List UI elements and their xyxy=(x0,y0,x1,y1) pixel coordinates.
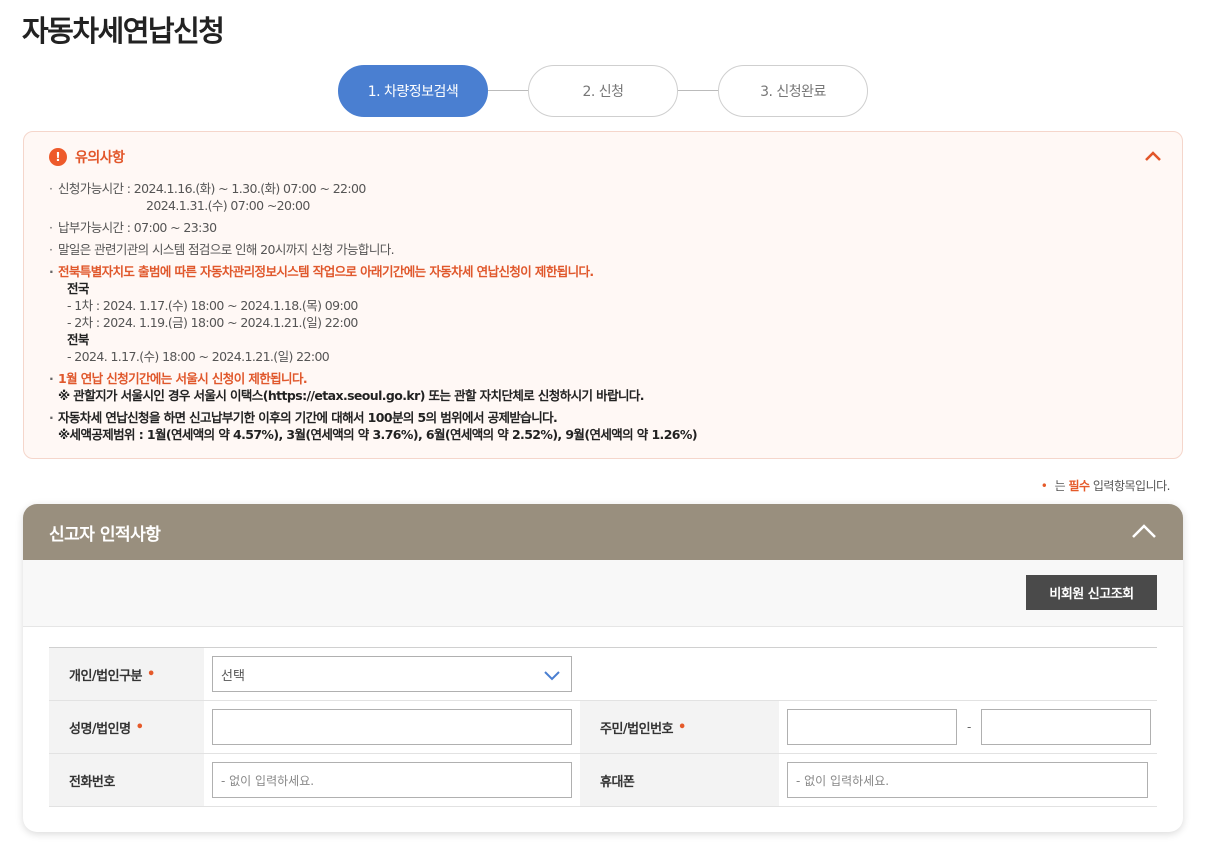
id-separator: - xyxy=(967,720,972,734)
step-1-search: 1. 차량정보검색 xyxy=(338,65,488,117)
type-label: 개인/법인구분 • xyxy=(49,648,204,700)
exclamation-icon: ! xyxy=(49,148,67,166)
notice-pay-time: 납부가능시간 : 07:00 ~ 23:30 xyxy=(49,219,1162,236)
step-indicator: 1. 차량정보검색 2. 신청 3. 신청완료 xyxy=(338,65,868,117)
phone-label: 전화번호 xyxy=(49,754,204,806)
required-note: • 는 필수 입력항목입니다. xyxy=(1040,479,1171,493)
notice-deduction: 자동차세 연납신청을 하면 신고납부기한 이후의 기간에 대해서 100분의 5… xyxy=(49,409,1162,443)
name-label: 성명/법인명 • xyxy=(49,701,204,753)
name-input[interactable] xyxy=(212,709,572,745)
card-toolbar: 비회원 신고조회 xyxy=(23,560,1183,627)
id-number-second-input[interactable] xyxy=(981,709,1152,745)
id-number-first-input[interactable] xyxy=(787,709,957,745)
chevron-down-icon xyxy=(544,671,560,681)
mobile-label: 휴대폰 xyxy=(580,754,779,806)
required-dot: • xyxy=(1040,479,1048,493)
notice-seoul: 1월 연납 신청기간에는 서울시 신청이 제한됩니다. ※ 관할지가 서울시인 … xyxy=(49,370,1162,404)
step-2-apply: 2. 신청 xyxy=(528,65,678,117)
section-title: 신고자 인적사항 xyxy=(49,524,161,545)
form-row: 성명/법인명 • 주민/법인번호 • - xyxy=(49,701,1157,754)
section-header[interactable]: 신고자 인적사항 xyxy=(23,504,1183,560)
step-connector xyxy=(678,90,718,91)
page-title: 자동차세연납신청 xyxy=(22,14,225,48)
form-row: 개인/법인구분 • 선택 xyxy=(49,648,1157,701)
notice-apply-time: 신청가능시간 : 2024.1.16.(화) ~ 1.30.(화) 07:00 … xyxy=(49,180,1162,214)
form-table: 개인/법인구분 • 선택 성명/법인명 • 주민/법인번호 • - 전화번호 -… xyxy=(49,647,1157,807)
type-select[interactable]: 선택 xyxy=(212,656,572,692)
form-row: 전화번호 - 없이 입력하세요. 휴대폰 - 없이 입력하세요. xyxy=(49,754,1157,807)
notice-month-end: 말일은 관련기관의 시스템 점검으로 인해 20시까지 신청 가능합니다. xyxy=(49,241,1162,258)
phone-input[interactable]: - 없이 입력하세요. xyxy=(212,762,572,798)
step-connector xyxy=(488,90,528,91)
reporter-info-card: 신고자 인적사항 비회원 신고조회 개인/법인구분• 선택 성명/법인명• xyxy=(23,504,1183,832)
notice-jeonbuk: 전북특별자치도 출범에 따른 자동차관리정보시스템 작업으로 아래기간에는 자동… xyxy=(49,263,1162,365)
notice-body: 신청가능시간 : 2024.1.16.(화) ~ 1.30.(화) 07:00 … xyxy=(49,180,1162,448)
notice-box: ! 유의사항 신청가능시간 : 2024.1.16.(화) ~ 1.30.(화)… xyxy=(23,131,1183,459)
chevron-up-icon[interactable] xyxy=(1131,519,1157,545)
notice-header: ! 유의사항 xyxy=(49,147,125,167)
step-3-complete: 3. 신청완료 xyxy=(718,65,868,117)
notice-title: 유의사항 xyxy=(75,150,125,166)
chevron-up-icon[interactable] xyxy=(1142,146,1164,168)
id-number-label: 주민/법인번호 • xyxy=(580,701,779,753)
guest-lookup-button[interactable]: 비회원 신고조회 xyxy=(1026,575,1157,610)
mobile-input[interactable]: - 없이 입력하세요. xyxy=(787,762,1148,798)
